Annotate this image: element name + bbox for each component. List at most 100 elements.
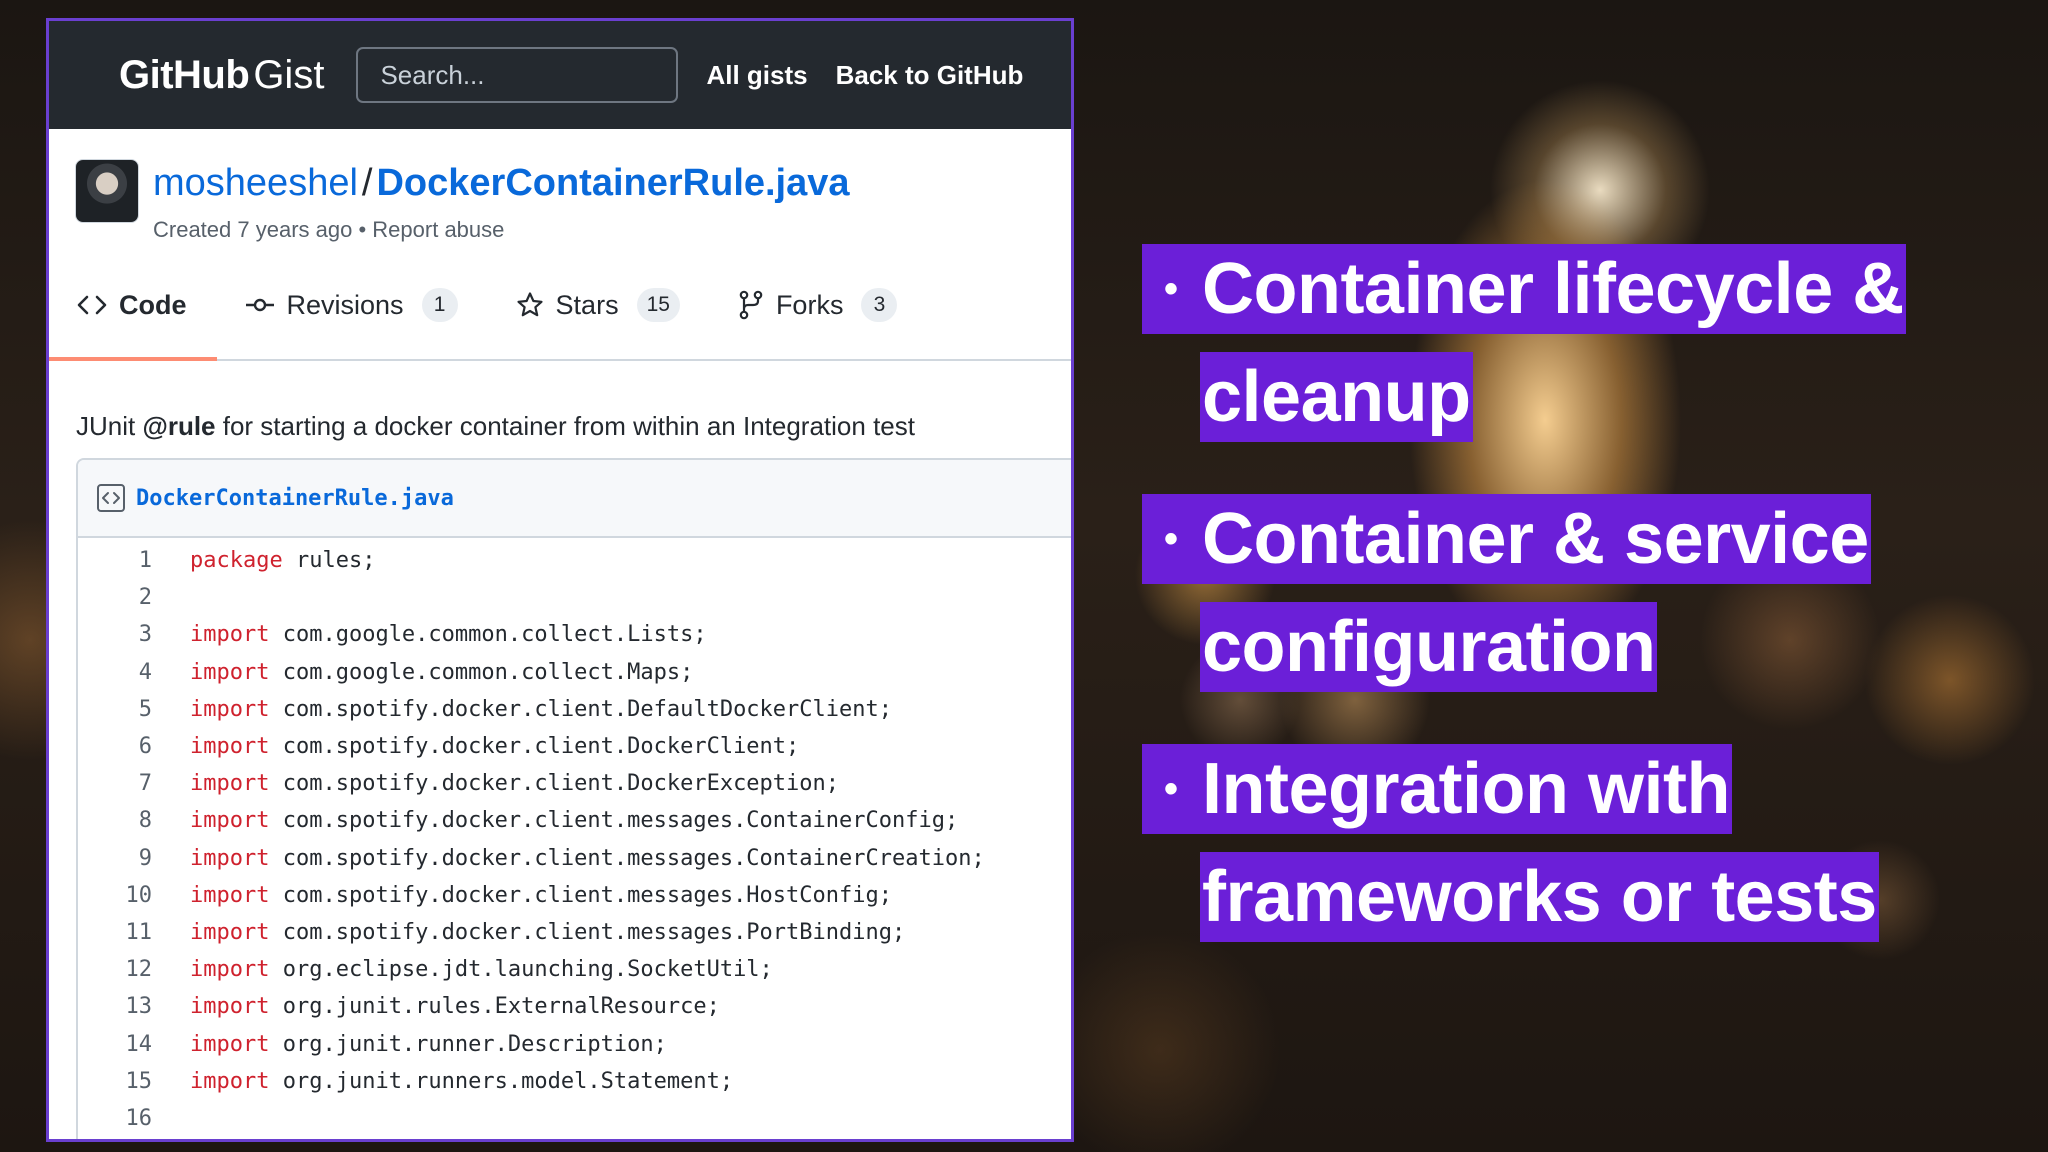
- tab-revisions[interactable]: Revisions 1: [245, 251, 458, 359]
- code-line: 3 import com.google.common.collect.Lists;: [78, 616, 1071, 653]
- code-keyword: import: [190, 994, 270, 1020]
- code-text: import org.junit.runners.model.Statement…: [152, 1069, 733, 1094]
- code-line: 2: [78, 579, 1071, 616]
- code-text: import com.google.common.collect.Maps;: [152, 660, 693, 685]
- line-number[interactable]: 11: [78, 920, 153, 945]
- tab-code[interactable]: Code: [49, 251, 216, 361]
- code-text: import com.spotify.docker.client.message…: [152, 808, 958, 833]
- code-rest: com.spotify.docker.client.DefaultDockerC…: [269, 696, 893, 722]
- slide-bullets: • Container lifecycle & cleanup • Contai…: [1142, 244, 2022, 994]
- bullet-item: • Container & service configuration: [1142, 494, 2022, 692]
- code-line: 5 import com.spotify.docker.client.Defaul…: [78, 691, 1071, 728]
- bullet-line: Container & service: [1200, 494, 1871, 584]
- code-text: import com.spotify.docker.client.DockerC…: [152, 734, 799, 759]
- description-suffix: for starting a docker container from wit…: [215, 411, 915, 441]
- logo-github-text: GitHub: [119, 52, 250, 97]
- bullet-line: frameworks or tests: [1200, 852, 1879, 942]
- code-keyword: import: [190, 771, 270, 797]
- code-rest: com.spotify.docker.client.messages.HostC…: [269, 882, 893, 908]
- code-rest: org.junit.rules.ExternalResource;: [269, 994, 720, 1020]
- tab-forks-label: Forks: [775, 289, 844, 320]
- fork-icon: [738, 290, 764, 320]
- line-number[interactable]: 6: [78, 734, 152, 759]
- code-text: import com.spotify.docker.client.DockerE…: [152, 771, 839, 796]
- code-rest: com.spotify.docker.client.DockerClient;: [269, 734, 800, 760]
- code-keyword: import: [190, 919, 270, 945]
- code-icon: [77, 293, 107, 317]
- code-line: 6 import com.spotify.docker.client.Docker…: [78, 728, 1071, 765]
- line-number[interactable]: 10: [78, 883, 153, 908]
- code-line: 4 import com.google.common.collect.Maps;: [78, 654, 1071, 691]
- line-number[interactable]: 16: [78, 1106, 153, 1131]
- bullet-marker: •: [1142, 494, 1200, 584]
- code-keyword: import: [190, 734, 270, 760]
- code-keyword: import: [190, 659, 270, 685]
- code-line: 10 import com.spotify.docker.client.messa…: [78, 877, 1071, 914]
- owner-link[interactable]: mosheeshel: [153, 162, 358, 204]
- bullet-item: • Integration with frameworks or tests: [1142, 744, 2022, 942]
- code-line: 12 import org.eclipse.jdt.launching.Socke…: [78, 951, 1071, 988]
- code-block: 1 package rules; 2 3 import com.google.commo…: [78, 538, 1071, 1137]
- line-number[interactable]: 4: [78, 660, 152, 685]
- gist-tabs: Code Revisions 1 Stars 15 Forks 3: [49, 251, 1071, 361]
- github-gist-logo[interactable]: GitHub Gist: [119, 53, 324, 98]
- bullet-marker: •: [1142, 244, 1200, 334]
- code-rest: org.junit.runners.model.Statement;: [269, 1068, 734, 1094]
- bullet-line: cleanup: [1200, 352, 1473, 442]
- avatar[interactable]: [75, 159, 139, 223]
- code-rest: com.spotify.docker.client.messages.Conta…: [269, 845, 985, 871]
- code-rest: org.junit.runner.Description;: [269, 1031, 667, 1057]
- gist-meta: Created 7 years ago • Report abuse: [153, 217, 850, 243]
- tab-code-label: Code: [119, 289, 187, 320]
- tab-forks[interactable]: Forks 3: [738, 251, 898, 359]
- code-text: package rules;: [152, 548, 375, 573]
- code-text: import org.junit.runner.Description;: [152, 1032, 667, 1057]
- search-input[interactable]: Search...: [356, 47, 679, 103]
- gist-title: mosheeshel / DockerContainerRule.java: [153, 159, 850, 207]
- code-line: 15 import org.junit.runners.model.Stateme…: [78, 1063, 1071, 1100]
- stars-count: 15: [636, 288, 680, 322]
- file-name-link[interactable]: DockerContainerRule.java: [136, 486, 454, 511]
- line-number[interactable]: 15: [78, 1069, 153, 1094]
- tab-stars[interactable]: Stars 15: [516, 251, 680, 359]
- code-text: import com.spotify.docker.client.message…: [152, 846, 985, 871]
- revisions-count: 1: [421, 288, 458, 322]
- code-keyword: import: [190, 957, 270, 983]
- description-rule: @rule: [142, 411, 216, 441]
- code-keyword: import: [190, 845, 270, 871]
- code-text: import com.google.common.collect.Lists;: [152, 622, 707, 647]
- code-text: import com.spotify.docker.client.message…: [152, 920, 905, 945]
- meta-separator: •: [358, 217, 367, 242]
- back-to-github-link[interactable]: Back to GitHub: [836, 60, 1024, 91]
- code-line: 1 package rules;: [78, 542, 1071, 579]
- line-number[interactable]: 2: [78, 585, 152, 610]
- line-number[interactable]: 14: [78, 1032, 153, 1057]
- code-rest: com.google.common.collect.Lists;: [269, 622, 707, 648]
- commit-icon: [245, 293, 275, 317]
- line-number[interactable]: 9: [78, 846, 152, 871]
- gist-description: JUnit @rule for starting a docker contai…: [49, 361, 1071, 442]
- line-number[interactable]: 7: [78, 771, 152, 796]
- line-number[interactable]: 3: [78, 622, 152, 647]
- line-number[interactable]: 1: [78, 548, 152, 573]
- created-text: Created 7 years ago: [153, 217, 353, 242]
- code-keyword: import: [190, 696, 270, 722]
- all-gists-link[interactable]: All gists: [706, 60, 807, 91]
- forks-count: 3: [861, 288, 898, 322]
- code-line: 8 import com.spotify.docker.client.messag…: [78, 802, 1071, 839]
- line-number[interactable]: 5: [78, 697, 152, 722]
- line-number[interactable]: 12: [78, 957, 153, 982]
- line-number[interactable]: 13: [78, 994, 153, 1019]
- gist-filename-link[interactable]: DockerContainerRule.java: [376, 162, 849, 204]
- description-prefix: JUnit: [76, 411, 143, 441]
- code-rest: com.spotify.docker.client.DockerExceptio…: [269, 771, 840, 797]
- line-number[interactable]: 8: [78, 808, 152, 833]
- code-text: import org.junit.rules.ExternalResource;: [152, 994, 720, 1019]
- report-abuse-link[interactable]: Report abuse: [372, 217, 504, 242]
- logo-gist-text: Gist: [253, 52, 325, 97]
- file-box: DockerContainerRule.java 1 package rules;…: [76, 458, 1071, 1139]
- file-code-icon: [96, 483, 126, 513]
- code-line: 16: [78, 1100, 1071, 1137]
- code-line: 14 import org.junit.runner.Description;: [78, 1025, 1071, 1062]
- file-header: DockerContainerRule.java: [78, 460, 1071, 538]
